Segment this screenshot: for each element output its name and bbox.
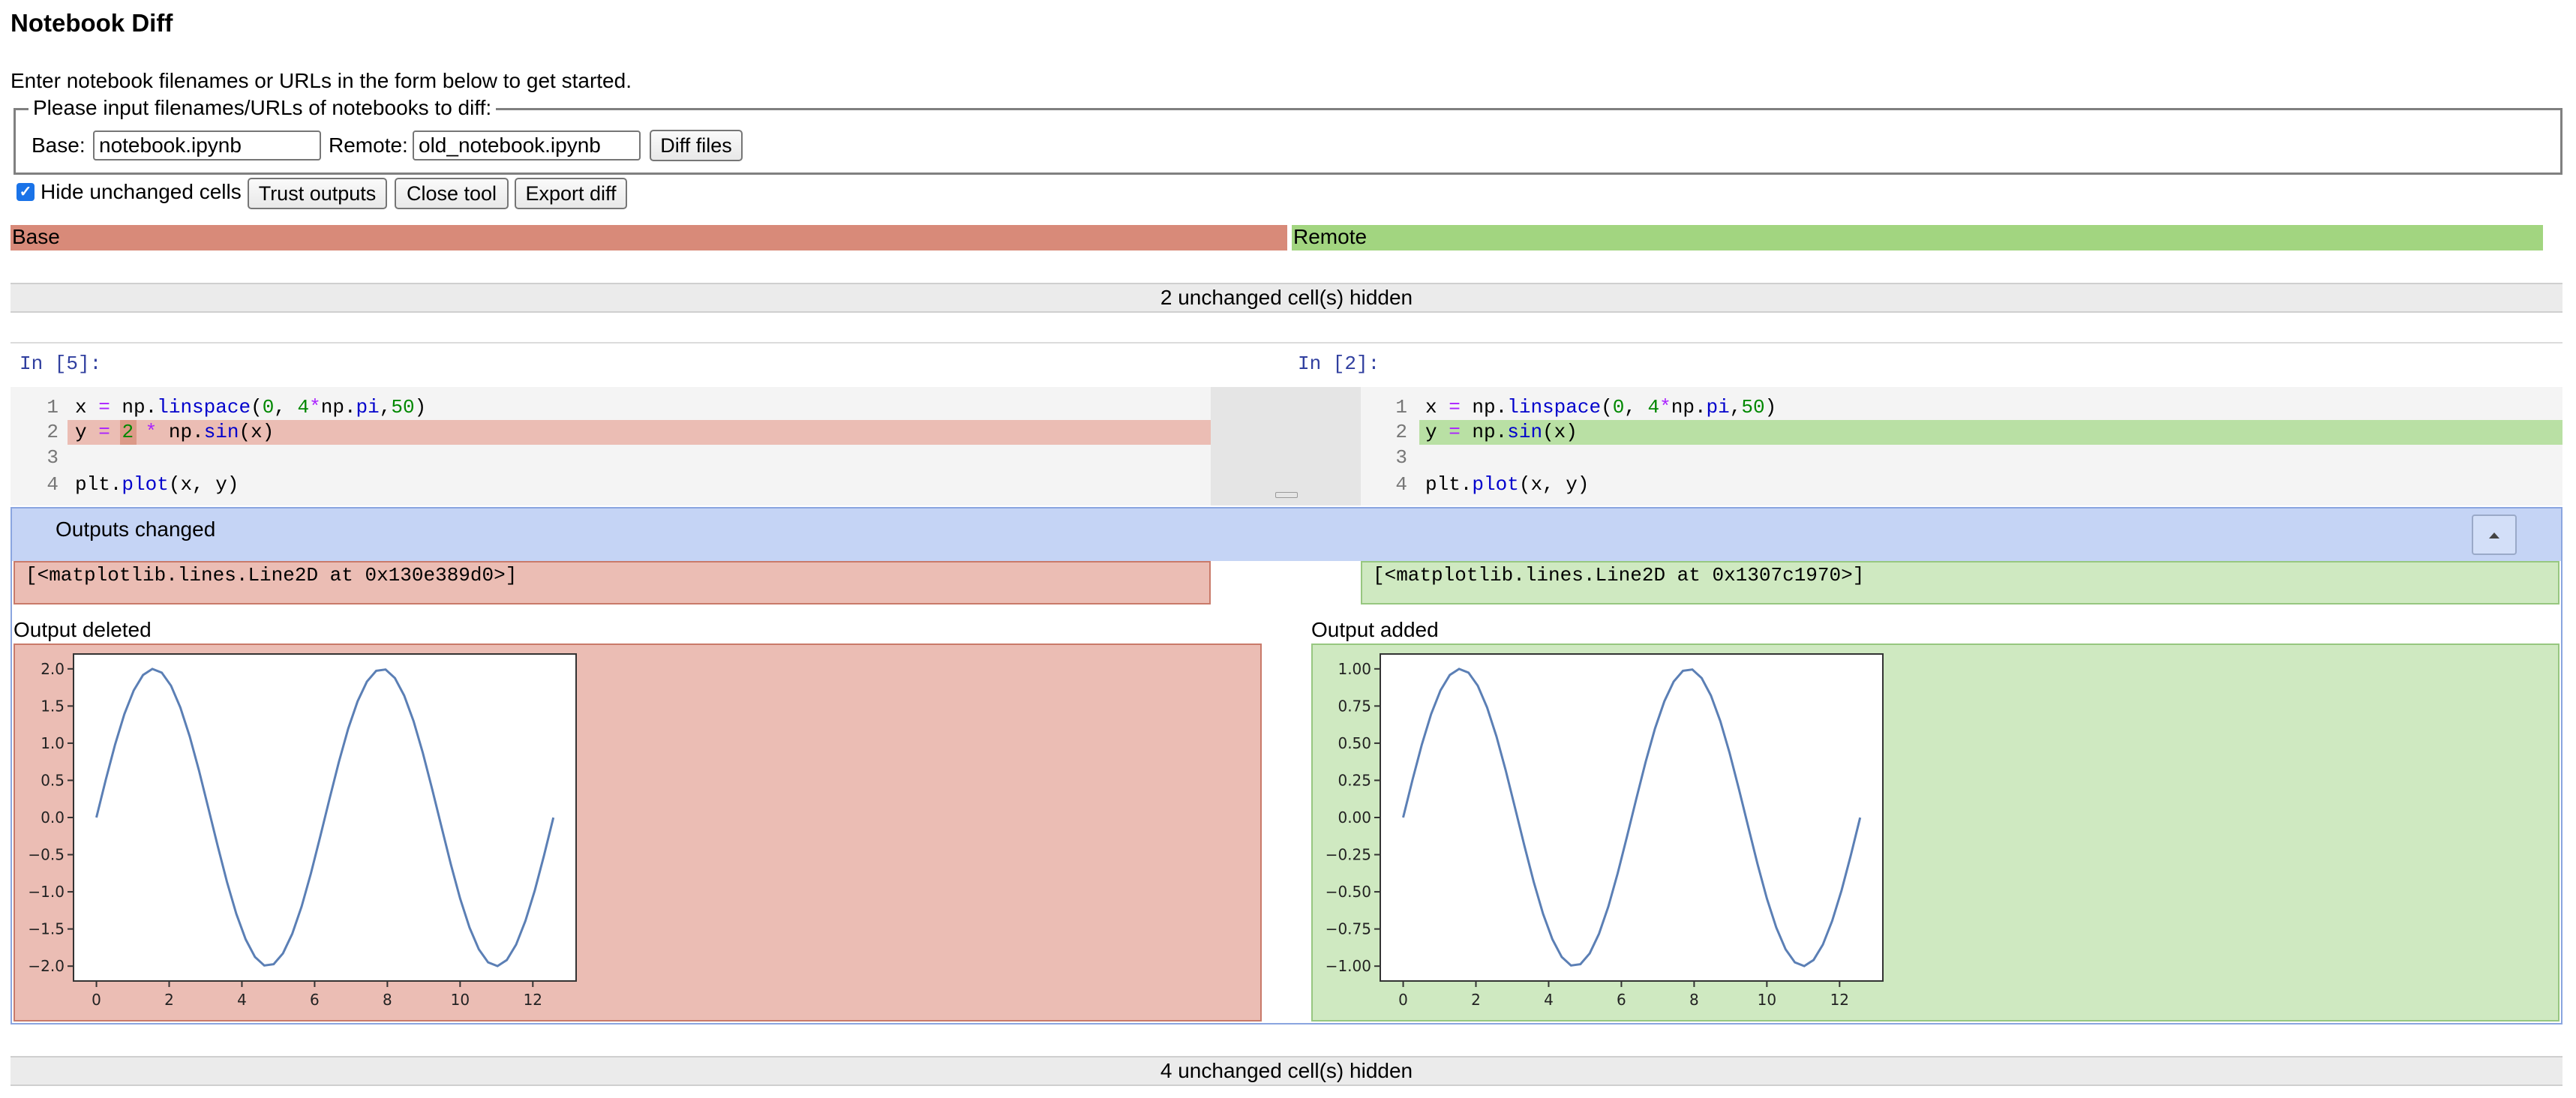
line-number: 3	[47, 446, 59, 469]
y-tick-label: 1.00	[1338, 660, 1371, 678]
x-tick-label: 12	[524, 991, 542, 1009]
remote-code-line-1: x = np.linspace(0, 4*np.pi,50)	[1425, 396, 1777, 418]
x-tick-label: 4	[1544, 991, 1554, 1009]
remote-header: Remote	[1292, 225, 2543, 250]
added-output-plot: 0 2 4 6 8 10 12 1.00 0.75 0.50 0.25 0.00 −0.25 −0.50 −…	[1326, 653, 1884, 1009]
remote-code-line-4: plt.plot(x, y)	[1425, 473, 1590, 496]
remote-prompt: In [2]:	[1298, 352, 1380, 375]
y-tick-label: −1.00	[1326, 957, 1371, 975]
base-code-line-4: plt.plot(x, y)	[75, 473, 239, 496]
base-code-line-1: x = np.linspace(0, 4*np.pi,50)	[75, 396, 427, 418]
line-number: 4	[47, 473, 59, 496]
line-number: 3	[1395, 446, 1407, 469]
deleted-output-plot: 0 2 4 6 8 10 12 2.0 1.5 1.0 0.5 0.0 −0.5 −1.0 −1.5 −2.0	[28, 653, 577, 1009]
form-legend: Please input filenames/URLs of notebooks…	[29, 96, 497, 120]
export-diff-button[interactable]: Export diff	[515, 178, 627, 209]
remote-code-line-2: y = np.sin(x)	[1425, 421, 1578, 443]
y-tick-label: −0.75	[1326, 920, 1371, 938]
y-tick-label: 0.25	[1338, 771, 1371, 789]
y-tick-label: −0.5	[28, 846, 65, 864]
y-tick-label: 1.0	[41, 734, 65, 752]
cell-divider	[11, 342, 2562, 344]
remote-input[interactable]: old_notebook.ipynb	[413, 130, 641, 160]
y-tick-label: −1.0	[28, 883, 65, 901]
base-label: Base:	[32, 134, 86, 157]
x-tick-label: 6	[1617, 991, 1626, 1009]
base-code-line-2: y = 2 * np.sin(x)	[75, 421, 275, 443]
y-tick-label: 0.50	[1338, 734, 1371, 752]
close-tool-button[interactable]: Close tool	[395, 178, 509, 209]
remote-changed-line	[1419, 420, 2562, 445]
line-number: 2	[1395, 421, 1407, 443]
x-tick-label: 8	[1689, 991, 1699, 1009]
remote-output-text: [<matplotlib.lines.Line2D at 0x1307c1970…	[1373, 564, 1865, 586]
x-tick-label: 2	[1471, 991, 1481, 1009]
page-title: Notebook Diff	[11, 9, 173, 37]
line-number: 1	[1395, 396, 1407, 418]
x-tick-label: 0	[1398, 991, 1408, 1009]
y-tick-label: −0.50	[1326, 883, 1371, 901]
base-header: Base	[11, 225, 1287, 250]
remote-label: Remote:	[329, 134, 408, 157]
base-prompt: In [5]:	[20, 352, 102, 375]
hide-unchanged-checkbox[interactable]: ✓	[17, 183, 35, 201]
line-number: 2	[47, 421, 59, 443]
intro-text: Enter notebook filenames or URLs in the …	[11, 69, 632, 92]
line-number: 4	[1395, 473, 1407, 496]
outputs-changed-bar[interactable]	[12, 508, 2561, 561]
x-tick-label: 8	[383, 991, 392, 1009]
unchanged-cells-hidden-bottom[interactable]: 4 unchanged cell(s) hidden	[11, 1056, 2562, 1086]
base-input[interactable]: notebook.ipynb	[93, 130, 321, 160]
y-tick-label: 0.5	[41, 771, 65, 789]
merge-arrows-icon[interactable]	[1275, 492, 1298, 498]
x-tick-label: 2	[164, 991, 174, 1009]
merge-gutter	[1211, 387, 1361, 506]
output-deleted-label: Output deleted	[14, 618, 152, 641]
unchanged-cells-hidden-top[interactable]: 2 unchanged cell(s) hidden	[11, 283, 2562, 313]
hide-unchanged-label: Hide unchanged cells	[41, 180, 242, 203]
y-tick-label: 2.0	[41, 660, 65, 678]
y-tick-label: 0.00	[1338, 808, 1371, 826]
x-tick-label: 4	[237, 991, 247, 1009]
line-number: 1	[47, 396, 59, 418]
y-tick-label: −2.0	[28, 957, 65, 975]
y-tick-label: 0.0	[41, 808, 65, 826]
outputs-changed-label: Outputs changed	[56, 518, 216, 541]
collapse-outputs-button[interactable]	[2472, 514, 2517, 555]
y-tick-label: −0.25	[1326, 846, 1371, 864]
output-added-label: Output added	[1311, 618, 1439, 641]
caret-up-icon	[2489, 532, 2499, 538]
x-tick-label: 10	[1758, 991, 1776, 1009]
y-tick-label: 0.75	[1338, 697, 1371, 715]
trust-outputs-button[interactable]: Trust outputs	[248, 178, 387, 209]
diff-files-button[interactable]: Diff files	[650, 130, 743, 161]
base-output-text: [<matplotlib.lines.Line2D at 0x130e389d0…	[26, 564, 518, 586]
y-tick-label: −1.5	[28, 920, 65, 938]
x-tick-label: 6	[310, 991, 320, 1009]
x-tick-label: 10	[451, 991, 470, 1009]
y-tick-label: 1.5	[41, 697, 65, 715]
x-tick-label: 0	[92, 991, 101, 1009]
x-tick-label: 12	[1830, 991, 1849, 1009]
